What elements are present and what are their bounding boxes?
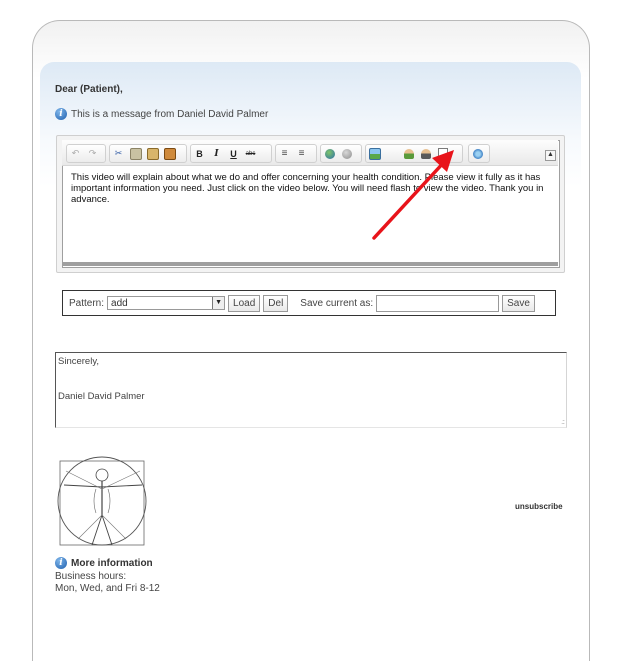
image-icon[interactable] xyxy=(366,146,383,161)
signature-name: Daniel David Palmer xyxy=(58,391,145,402)
link-group xyxy=(320,144,362,163)
pattern-selected: add xyxy=(111,297,128,309)
pattern-select[interactable]: add ▼ xyxy=(107,296,226,310)
vitruvian-man-logo xyxy=(57,456,147,546)
info-icon: i xyxy=(55,108,67,120)
business-hours-value: Mon, Wed, and Fri 8-12 xyxy=(55,583,160,594)
message-notice-text: This is a message from Daniel David Palm… xyxy=(71,108,269,120)
video-group xyxy=(468,144,490,163)
contact-icon[interactable] xyxy=(400,146,417,161)
chevron-down-icon[interactable]: ▼ xyxy=(212,297,225,309)
greeting: Dear (Patient), xyxy=(55,84,123,95)
strikethrough-icon[interactable]: abc xyxy=(242,146,259,161)
business-hours-label: Business hours: xyxy=(55,571,127,582)
toolbar-collapse-icon[interactable]: ▲ xyxy=(545,150,556,161)
underline-icon[interactable]: U xyxy=(225,146,242,161)
del-button[interactable]: Del xyxy=(263,294,289,312)
signature-textarea[interactable]: Sincerely, Daniel David Palmer .:: xyxy=(55,352,567,428)
info-icon: i xyxy=(55,557,67,569)
editor-bottom-bar xyxy=(62,262,558,266)
unsubscribe-link[interactable]: unsubscribe xyxy=(515,502,563,511)
paste-word-icon[interactable] xyxy=(161,146,178,161)
unlink-icon[interactable] xyxy=(338,146,355,161)
copy-icon[interactable] xyxy=(127,146,144,161)
save-name-input[interactable] xyxy=(376,294,500,312)
resize-grip-icon[interactable]: .:: xyxy=(561,419,565,426)
editor-toolbar: ↶ ↷ ✂ B I U abc ≡ ≡ xyxy=(62,140,558,166)
signature-closing: Sincerely, xyxy=(58,356,100,367)
contact-group-icon[interactable] xyxy=(417,146,434,161)
document-icon[interactable] xyxy=(434,146,451,161)
bulleted-list-icon[interactable]: ≡ xyxy=(293,146,310,161)
format-group: B I U abc xyxy=(190,144,272,163)
cut-icon[interactable]: ✂ xyxy=(110,146,127,161)
load-button[interactable]: Load xyxy=(228,294,261,312)
history-group: ↶ ↷ xyxy=(66,144,106,163)
insert-group xyxy=(365,144,463,163)
undo-icon[interactable]: ↶ xyxy=(67,146,84,161)
pattern-bar: Pattern: add ▼ Load Del Save current as:… xyxy=(62,290,556,316)
save-as-label: Save current as: xyxy=(300,297,374,309)
pattern-label: Pattern: xyxy=(69,297,105,309)
editor-body[interactable]: This video will explain about what we do… xyxy=(71,172,551,205)
redo-icon[interactable]: ↷ xyxy=(84,146,101,161)
more-info[interactable]: i More information xyxy=(55,557,153,569)
clipboard-group: ✂ xyxy=(109,144,187,163)
video-icon[interactable] xyxy=(469,146,486,161)
more-info-label[interactable]: More information xyxy=(71,558,153,569)
numbered-list-icon[interactable]: ≡ xyxy=(276,146,293,161)
save-button[interactable]: Save xyxy=(502,294,535,312)
message-notice: i This is a message from Daniel David Pa… xyxy=(55,108,268,120)
paste-icon[interactable] xyxy=(144,146,161,161)
italic-icon[interactable]: I xyxy=(208,146,225,161)
bold-icon[interactable]: B xyxy=(191,146,208,161)
link-icon[interactable] xyxy=(321,146,338,161)
list-group: ≡ ≡ xyxy=(275,144,317,163)
